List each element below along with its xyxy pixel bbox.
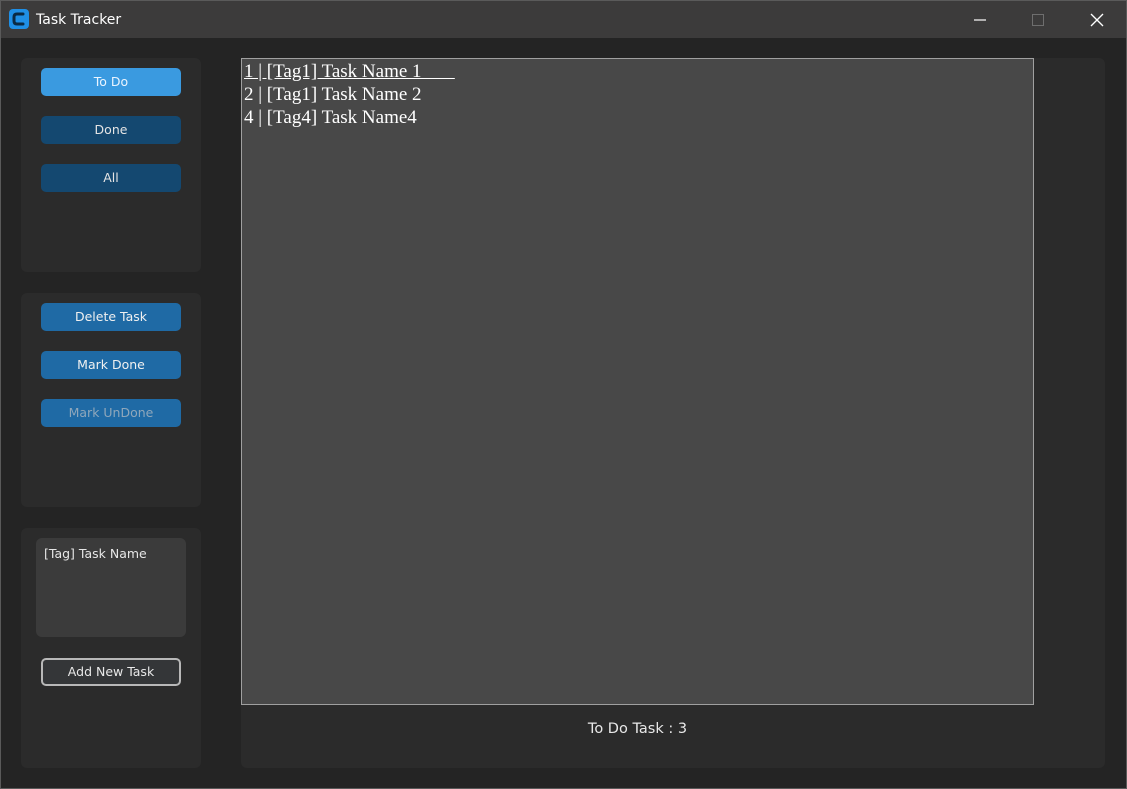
task-count-status: To Do Task : 3 (587, 721, 688, 737)
task-list-item[interactable]: 2 | [Tag1] Task Name 2 (244, 83, 422, 106)
window-title: Task Tracker (36, 12, 122, 28)
mark-done-button[interactable]: Mark Done (41, 351, 181, 379)
new-task-panel: [Tag] Task Name Add New Task (21, 528, 201, 768)
close-button[interactable] (1068, 1, 1126, 38)
task-list-item[interactable]: 1 | [Tag1] Task Name 1 (244, 60, 455, 83)
minimize-button[interactable] (951, 1, 1009, 38)
app-window: Task Tracker To Do Done All Delete Task … (0, 0, 1127, 789)
add-new-task-button[interactable]: Add New Task (41, 658, 181, 686)
delete-task-button[interactable]: Delete Task (41, 303, 181, 331)
all-filter-button[interactable]: All (41, 164, 181, 192)
new-task-input[interactable]: [Tag] Task Name (36, 538, 186, 637)
todo-filter-button[interactable]: To Do (41, 68, 181, 96)
minimize-icon (974, 19, 986, 21)
actions-panel: Delete Task Mark Done Mark UnDone (21, 293, 201, 507)
done-filter-button[interactable]: Done (41, 116, 181, 144)
task-list-item[interactable]: 4 | [Tag4] Task Name4 (244, 106, 417, 129)
app-logo-icon (9, 9, 29, 29)
main-panel: 1 | [Tag1] Task Name 1 2 | [Tag1] Task N… (241, 58, 1105, 768)
mark-undone-button[interactable]: Mark UnDone (41, 399, 181, 427)
maximize-icon (1032, 14, 1044, 26)
maximize-button[interactable] (1009, 1, 1067, 38)
title-bar[interactable]: Task Tracker (1, 1, 1126, 38)
filter-panel: To Do Done All (21, 58, 201, 272)
close-icon (1090, 13, 1104, 27)
task-list[interactable]: 1 | [Tag1] Task Name 1 2 | [Tag1] Task N… (241, 58, 1034, 705)
